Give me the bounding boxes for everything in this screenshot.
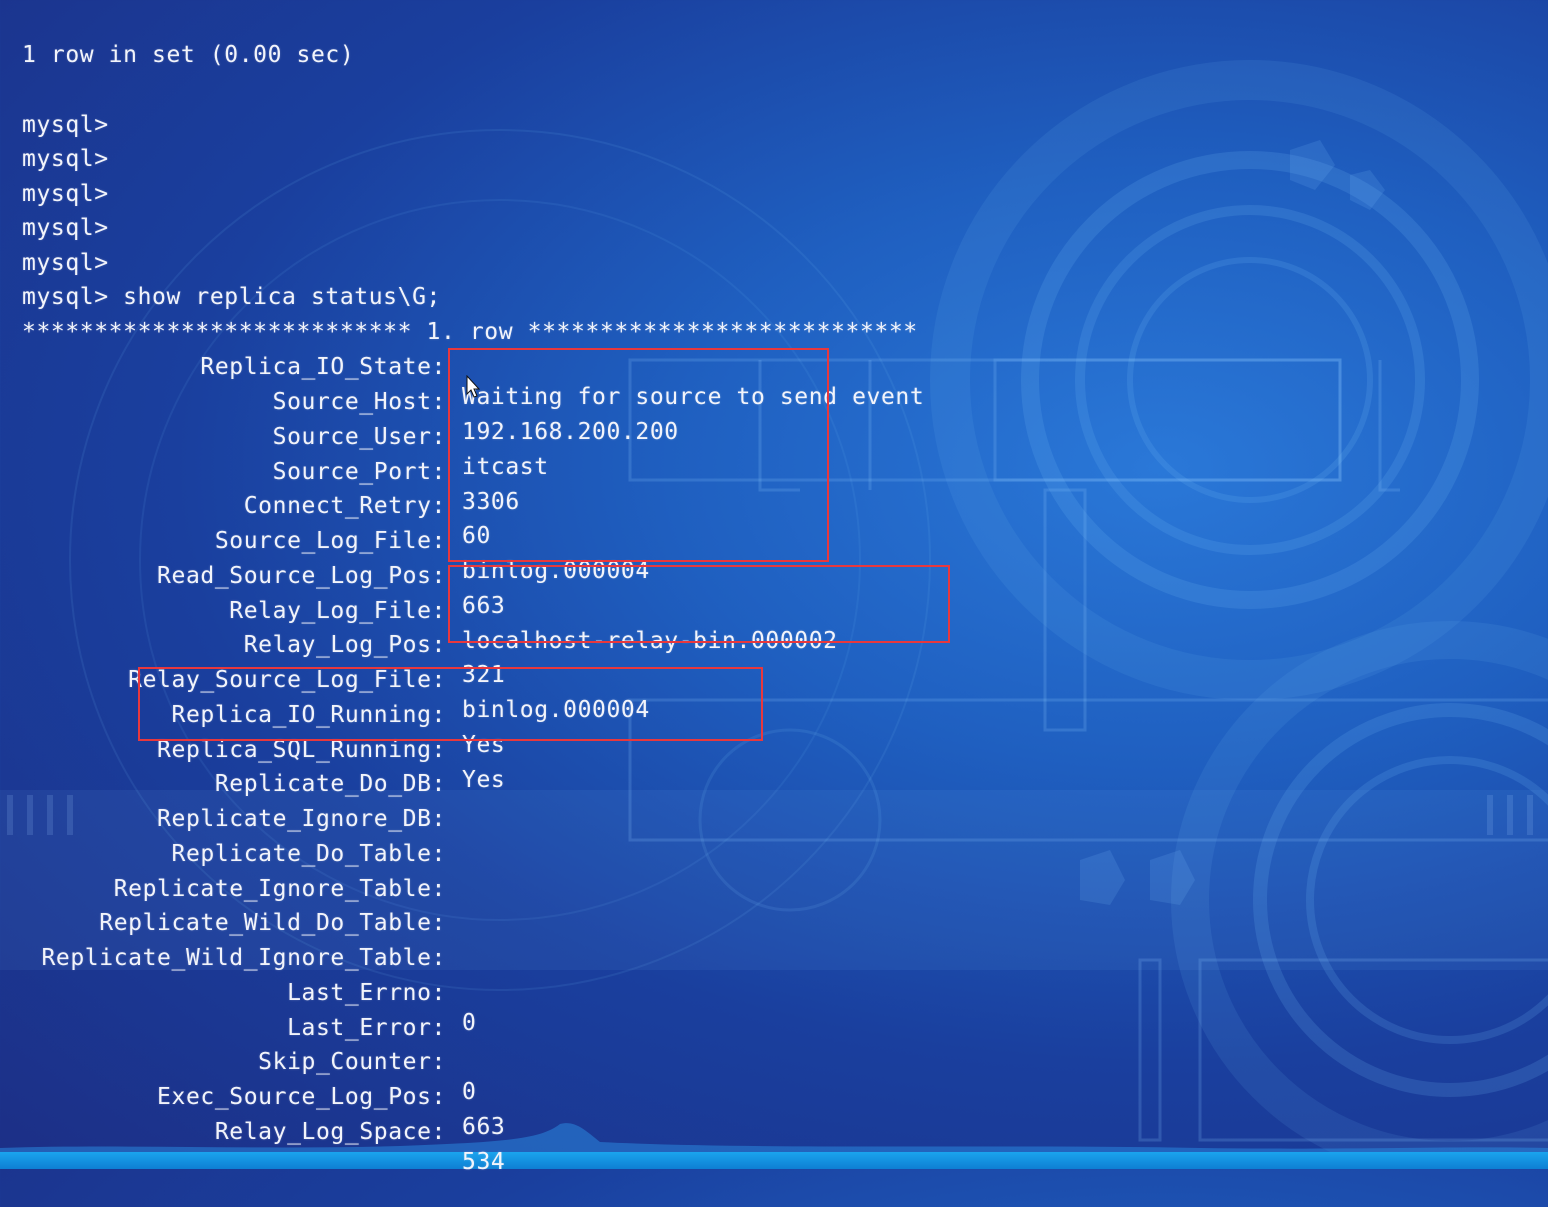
- row-header-line: *************************** 1. row *****…: [0, 287, 917, 345]
- running-status-highlight-box: [138, 667, 763, 741]
- mouse-pointer-icon: [466, 375, 480, 398]
- field-row: Skip_Counter: 0: [0, 1017, 1548, 1105]
- prompt-line: mysql>: [0, 183, 108, 241]
- field-row: Relay_Log_Space: 534: [0, 1087, 1548, 1175]
- field-key: Relay_Log_Space:: [214, 1119, 446, 1145]
- field-row: Replicate_Do_Table:: [0, 809, 1548, 867]
- terminal-output[interactable]: 1 row in set (0.00 sec) mysql> mysql> my…: [0, 0, 1548, 1175]
- result-summary-line: 1 row in set (0.00 sec): [0, 10, 354, 68]
- field-row: Replicate_Wild_Do_Table:: [0, 878, 1548, 936]
- field-row: Exec_Source_Log_Pos: 663: [0, 1052, 1548, 1140]
- field-row: Last_Errno: 0: [0, 948, 1548, 1036]
- field-row: Last_Error:: [0, 983, 1548, 1041]
- prompt-line: mysql>: [0, 218, 108, 276]
- source-info-highlight-box: [448, 348, 829, 562]
- prompt-line: mysql>: [0, 80, 108, 138]
- command-text: mysql> show replica status\G;: [22, 284, 441, 310]
- relay-log-highlight-box: [448, 565, 950, 643]
- prompt-line: mysql>: [0, 114, 108, 172]
- field-value: 534: [462, 1149, 506, 1175]
- command-line[interactable]: mysql> show replica status\G;: [0, 252, 440, 310]
- result-summary: 1 row in set (0.00 sec): [22, 42, 355, 68]
- field-row: Replicate_Do_DB:: [0, 739, 1548, 797]
- field-row: Replicate_Ignore_Table:: [0, 844, 1548, 902]
- field-row: Replicate_Ignore_DB:: [0, 774, 1548, 832]
- prompt-line: mysql>: [0, 149, 108, 207]
- field-row: Replicate_Wild_Ignore_Table:: [0, 913, 1548, 971]
